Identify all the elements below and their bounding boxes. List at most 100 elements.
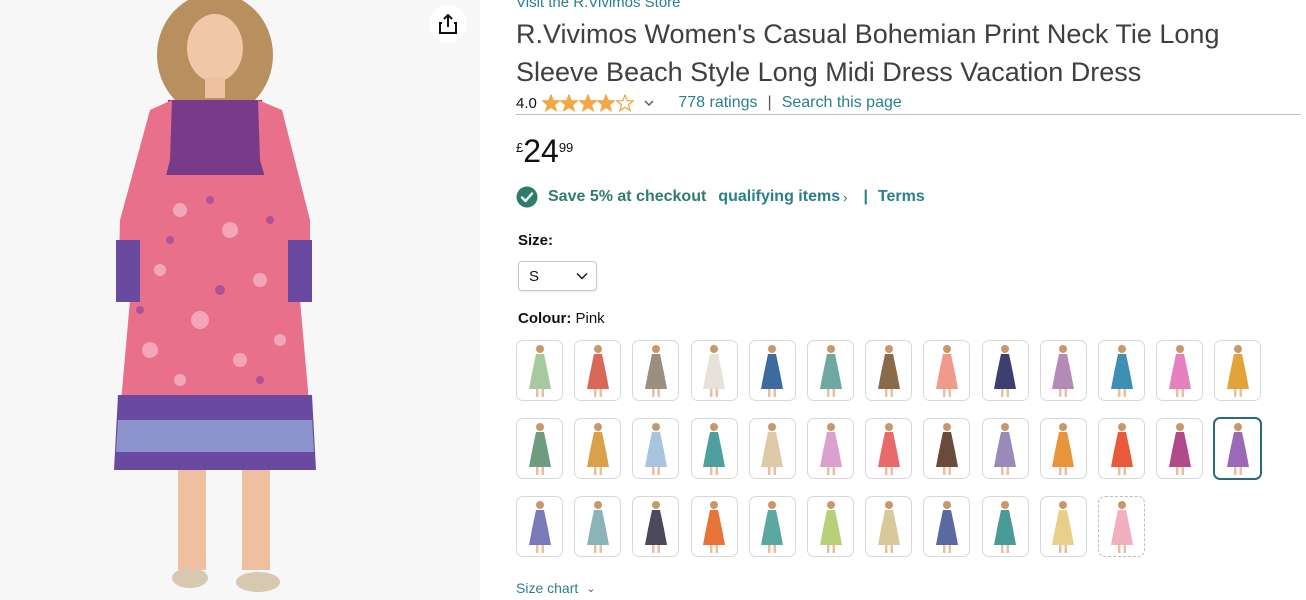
colour-swatch[interactable] [1213, 417, 1263, 480]
colour-swatch[interactable] [574, 418, 622, 479]
product-image-panel [0, 0, 480, 600]
dress-thumbnail-icon [528, 344, 551, 397]
colour-swatch[interactable] [690, 340, 738, 401]
colour-swatch[interactable] [690, 418, 738, 479]
colour-swatch[interactable] [748, 340, 796, 401]
dress-thumbnail-icon [644, 422, 667, 475]
colour-swatch[interactable] [865, 496, 913, 557]
dress-thumbnail-icon [994, 344, 1017, 397]
colour-swatch[interactable] [1039, 418, 1087, 479]
dress-thumbnail-icon [877, 500, 900, 553]
dress-thumbnail-icon [935, 500, 958, 553]
colour-swatch[interactable] [1156, 418, 1204, 479]
dress-thumbnail-icon [528, 422, 551, 475]
dress-thumbnail-icon [761, 422, 784, 475]
share-button[interactable] [429, 5, 467, 43]
colour-swatch[interactable] [516, 418, 563, 479]
colour-label: Colour: Pink [518, 310, 605, 327]
dress-thumbnail-icon [1110, 344, 1133, 397]
dress-thumbnail-icon [644, 500, 667, 553]
colour-swatch[interactable] [1098, 496, 1145, 557]
size-chart-label: Size chart [516, 580, 579, 596]
dress-thumbnail-icon [935, 422, 958, 475]
colour-swatch[interactable] [748, 418, 796, 479]
star-full-icon [560, 94, 579, 112]
colour-swatch[interactable] [923, 496, 971, 557]
dress-thumbnail-icon [1168, 344, 1191, 397]
dress-thumbnail-icon [819, 344, 842, 397]
colour-swatch[interactable] [865, 418, 913, 479]
save-text: Save 5% at checkout [548, 188, 707, 205]
dress-thumbnail-icon [877, 344, 900, 397]
star-empty-icon [615, 94, 634, 112]
qualifying-items-link[interactable]: qualifying items [718, 188, 840, 206]
colour-swatch[interactable] [748, 496, 796, 557]
chevron-down-icon [576, 273, 588, 280]
star-rating[interactable] [541, 94, 635, 112]
dress-thumbnail-icon [819, 422, 842, 475]
dress-thumbnail-icon [703, 422, 726, 475]
chevron-down-icon[interactable] [644, 98, 654, 108]
chevron-right-icon: › [843, 189, 848, 205]
colour-swatch[interactable] [807, 418, 854, 479]
size-label: Size: [518, 232, 554, 249]
colour-swatch[interactable] [807, 496, 854, 557]
divider [516, 114, 1301, 115]
price: £ 24 99 [516, 134, 573, 168]
promotion-row: Save 5% at checkout qualifying items › |… [516, 186, 925, 208]
dress-thumbnail-icon [1226, 422, 1249, 475]
colour-swatch[interactable] [981, 340, 1029, 401]
colour-swatch[interactable] [1039, 496, 1087, 557]
colour-swatch[interactable] [1039, 340, 1087, 401]
dress-thumbnail-icon [994, 422, 1017, 475]
dress-thumbnail-icon [528, 500, 551, 553]
dress-thumbnail-icon [877, 422, 900, 475]
ratings-count-link[interactable]: 778 ratings [678, 94, 757, 112]
chevron-down-icon: ⌄ [586, 582, 596, 595]
price-fraction: 99 [558, 140, 574, 155]
dress-thumbnail-icon [1110, 422, 1133, 475]
star-full-icon [541, 94, 560, 112]
colour-swatch[interactable] [923, 340, 971, 401]
size-selected-value: S [529, 267, 540, 285]
colour-swatch[interactable] [1098, 340, 1145, 401]
dress-thumbnail-icon [935, 344, 958, 397]
size-chart-link[interactable]: Size chart ⌄ [516, 580, 595, 596]
dress-thumbnail-icon [761, 500, 784, 553]
colour-swatch[interactable] [1098, 418, 1145, 479]
price-symbol: £ [516, 140, 524, 155]
colour-swatch[interactable] [632, 496, 680, 557]
product-main-photo[interactable] [60, 0, 390, 600]
dress-thumbnail-icon [586, 500, 609, 553]
size-dropdown[interactable]: S [518, 261, 597, 291]
rating-value: 4.0 [516, 94, 537, 112]
colour-swatch[interactable] [574, 340, 622, 401]
colour-swatch[interactable] [516, 496, 563, 557]
store-link[interactable]: Visit the R.Vivimos Store [516, 0, 681, 11]
dress-thumbnail-icon [703, 344, 726, 397]
search-this-page-link[interactable]: Search this page [782, 94, 902, 112]
terms-link[interactable]: Terms [878, 188, 925, 206]
colour-swatch[interactable] [981, 418, 1029, 479]
star-full-icon [597, 94, 616, 112]
product-details: Visit the R.Vivimos Store R.Vivimos Wome… [516, 0, 1301, 600]
colour-swatch[interactable] [632, 418, 680, 479]
colour-selected-name: Pink [575, 310, 605, 327]
colour-swatch[interactable] [1156, 340, 1204, 401]
colour-swatch[interactable] [632, 340, 680, 401]
dress-thumbnail-icon [703, 500, 726, 553]
colour-swatch[interactable] [516, 340, 563, 401]
star-full-icon [578, 94, 597, 112]
colour-swatch[interactable] [923, 418, 971, 479]
colour-swatch[interactable] [807, 340, 854, 401]
colour-swatch[interactable] [981, 496, 1029, 557]
product-title: R.Vivimos Women's Casual Bohemian Print … [516, 19, 1220, 87]
colour-swatch[interactable] [865, 340, 913, 401]
dress-thumbnail-icon [1110, 500, 1133, 553]
colour-swatch[interactable] [574, 496, 622, 557]
dress-thumbnail-icon [586, 344, 609, 397]
dress-thumbnail-icon [1052, 344, 1075, 397]
dress-thumbnail-icon [1168, 422, 1191, 475]
colour-swatch[interactable] [1214, 340, 1262, 401]
colour-swatch[interactable] [690, 496, 738, 557]
